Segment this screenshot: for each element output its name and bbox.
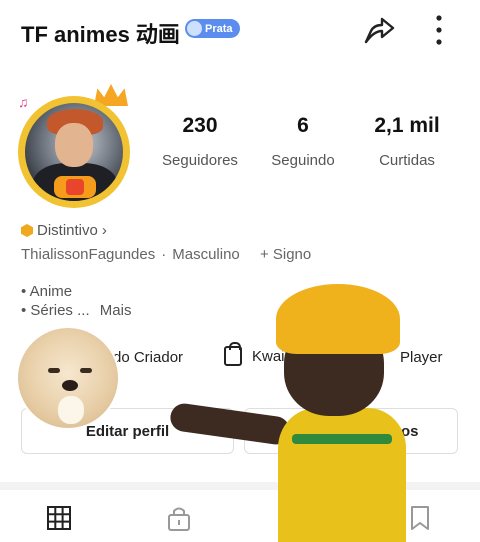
grid-icon[interactable] xyxy=(45,504,73,532)
stat-value: 230 xyxy=(182,114,218,137)
stat-value: 2,1 mil xyxy=(374,114,440,137)
profile-meta: ThialissonFagundes · Masculino + Signo xyxy=(21,246,311,263)
gender: Masculino xyxy=(172,246,240,263)
stat-value: 6 xyxy=(297,114,309,137)
content-tabs xyxy=(0,496,480,542)
avatar-ribbon xyxy=(54,176,96,198)
dog-sticker xyxy=(16,326,120,430)
stat-label: Curtidas xyxy=(379,152,435,169)
edit-profile-label: Editar perfil xyxy=(85,422,170,440)
chevron-right-icon: › xyxy=(101,222,107,239)
bio-more-link[interactable]: Mais xyxy=(100,302,132,319)
camera-icon xyxy=(66,179,84,195)
person-sticker xyxy=(270,284,406,542)
bio-line: • Séries ... xyxy=(21,302,90,319)
bio-line: • Anime xyxy=(21,283,73,300)
stat-label: Seguindo xyxy=(271,152,335,169)
profile-title: TF animes 动画 xyxy=(21,22,180,47)
avatar[interactable]: ♫ xyxy=(12,84,136,208)
distintivo-label: Distintivo xyxy=(37,222,98,239)
bookmark-icon[interactable] xyxy=(406,504,434,532)
username: ThialissonFagundes xyxy=(21,246,156,263)
more-vertical-icon[interactable] xyxy=(428,13,450,47)
stat-label: Seguidores xyxy=(162,152,238,169)
add-sign-button[interactable]: + Signo xyxy=(260,246,311,263)
bio: • Anime • Séries ... Mais xyxy=(21,282,131,320)
rank-badge[interactable]: Prata xyxy=(185,19,240,38)
top-bar: TF animes 动画 Prata xyxy=(0,0,480,62)
hexagon-icon xyxy=(21,224,33,237)
separator-dot: · xyxy=(161,246,167,263)
stat-likes[interactable]: 2,1 mil Curtidas xyxy=(362,114,452,169)
lock-icon[interactable] xyxy=(165,504,193,532)
distintivo-link[interactable]: Distintivo › xyxy=(21,222,107,239)
shopping-bag-icon xyxy=(224,342,242,366)
badge-icon xyxy=(187,21,202,36)
stat-followers[interactable]: 230 Seguidores xyxy=(152,114,248,169)
share-arrow-icon[interactable] xyxy=(362,13,396,47)
player-link[interactable]: Player xyxy=(400,349,443,366)
creator-link[interactable]: do Criador xyxy=(113,349,183,366)
music-note-icon: ♫ xyxy=(18,94,29,110)
badge-label: Prata xyxy=(205,22,233,35)
stat-following[interactable]: 6 Seguindo xyxy=(262,114,344,169)
section-divider xyxy=(0,482,480,490)
